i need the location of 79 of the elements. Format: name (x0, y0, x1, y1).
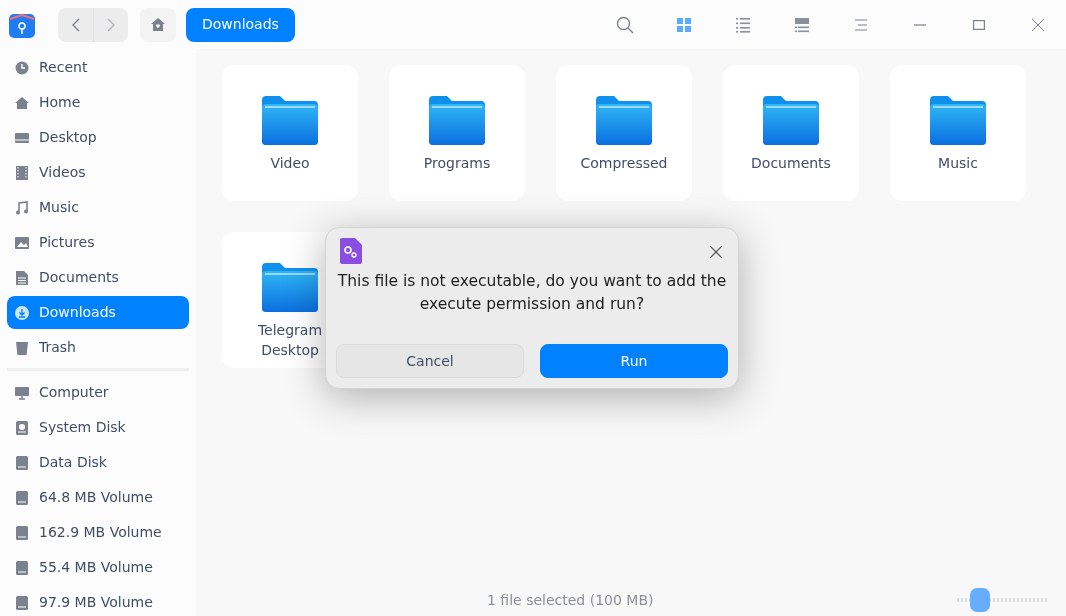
sidebar-item[interactable]: 64.8 MB Volume (7, 481, 189, 514)
recent-icon (15, 60, 29, 75)
folder-icon (763, 95, 819, 145)
menu-icon (855, 18, 867, 31)
sidebar-item-label: 162.9 MB Volume (39, 523, 162, 542)
run-button[interactable]: Run (540, 344, 728, 378)
list-view-icon (735, 16, 751, 33)
slider-thumb[interactable] (969, 588, 990, 612)
close-icon (1032, 18, 1044, 31)
minimize-icon (914, 23, 926, 26)
computer-icon (15, 385, 29, 400)
sidebar-item[interactable]: Data Disk (7, 446, 189, 479)
sidebar-item[interactable]: Documents (7, 261, 189, 294)
sidebar-item[interactable]: 97.9 MB Volume (7, 586, 189, 616)
sidebar-item-label: Home (39, 93, 81, 112)
sidebar-item-label: Pictures (39, 233, 95, 252)
folder-tile[interactable]: Programs (389, 65, 525, 201)
sidebar-item[interactable]: System Disk (7, 411, 189, 444)
sidebar-item[interactable]: Downloads (7, 296, 189, 329)
sidebar-item-label: Videos (39, 163, 86, 182)
videos-icon (15, 165, 29, 180)
status-text: 1 file selected (100 MB) (487, 590, 654, 610)
music-icon (15, 200, 29, 215)
file-name: Video (269, 154, 311, 173)
folder-tile[interactable]: Compressed (556, 65, 692, 201)
desktop-icon (15, 130, 29, 145)
breadcrumb-button[interactable]: Downloads (186, 7, 295, 42)
sidebar-item-label: Data Disk (39, 453, 107, 472)
trash-icon (15, 340, 29, 355)
sysdisk-icon (15, 420, 29, 435)
file-name: Programs (422, 154, 492, 173)
pictures-icon (15, 235, 29, 250)
downloads-icon (15, 305, 29, 320)
sidebar-item-label: Computer (39, 383, 109, 402)
folder-icon (596, 95, 652, 145)
file-name: Telegram Desktop (256, 321, 324, 360)
sidebar-item[interactable]: Music (7, 191, 189, 224)
sidebar-item-label: Documents (39, 268, 119, 287)
executable-file-icon (340, 238, 362, 264)
chevron-left-icon (71, 17, 80, 32)
sidebar-item[interactable]: Videos (7, 156, 189, 189)
folder-tile[interactable]: Documents (723, 65, 859, 201)
chevron-right-icon (107, 17, 115, 32)
file-name: Compressed (579, 154, 669, 173)
home-button[interactable] (140, 7, 176, 42)
folder-icon (262, 262, 318, 312)
sidebar-item[interactable]: Home (7, 86, 189, 119)
maximize-icon (973, 19, 985, 30)
folder-tile[interactable]: Music (890, 65, 1026, 201)
folder-icon (429, 95, 485, 145)
sidebar-item-label: 64.8 MB Volume (39, 488, 153, 507)
sidebar-item-label: Music (39, 198, 79, 217)
sidebar-item-label: 55.4 MB Volume (39, 558, 153, 577)
detail-view-icon (794, 16, 810, 33)
sidebar-item[interactable]: Computer (7, 376, 189, 409)
home-icon (15, 95, 29, 110)
sidebar-item-label: 97.9 MB Volume (39, 593, 153, 612)
cancel-button[interactable]: Cancel (336, 344, 524, 378)
sidebar-item[interactable]: Recent (7, 51, 189, 84)
sidebar-item-label: Desktop (39, 128, 97, 147)
sidebar-item-label: System Disk (39, 418, 126, 437)
sidebar-item[interactable]: 162.9 MB Volume (7, 516, 189, 549)
folder-tile[interactable]: Video (222, 65, 358, 201)
search-icon (616, 15, 634, 34)
sidebar-item-label: Recent (39, 58, 88, 77)
folder-icon (262, 95, 318, 145)
documents-icon (15, 270, 29, 285)
sidebar-item-label: Downloads (39, 303, 116, 322)
sidebar-item[interactable]: 55.4 MB Volume (7, 551, 189, 584)
home-icon (151, 18, 165, 31)
sidebar-item[interactable]: Pictures (7, 226, 189, 259)
folder-icon (930, 95, 986, 145)
grid-view-icon (676, 16, 692, 33)
sidebar-item[interactable]: Trash (7, 331, 189, 364)
close-icon (710, 246, 722, 258)
sidebar-item[interactable]: Desktop (7, 121, 189, 154)
file-name: Documents (750, 154, 832, 173)
file-name: Music (937, 154, 979, 173)
sidebar-item-label: Trash (39, 338, 76, 357)
